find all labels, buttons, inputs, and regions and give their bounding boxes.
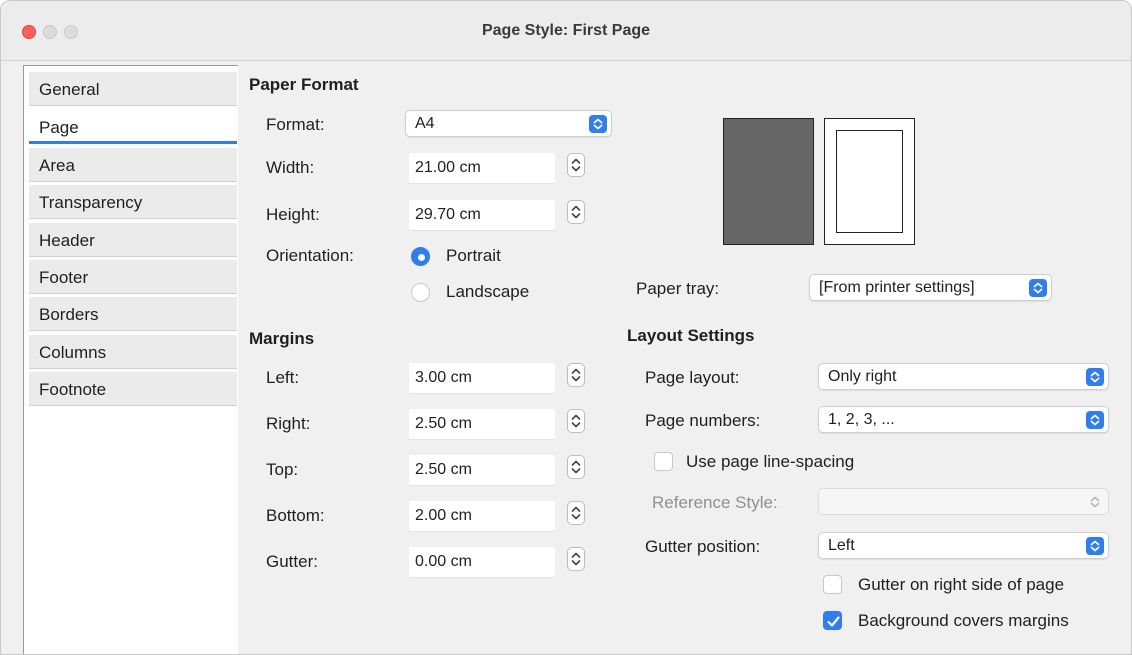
reference-style-label: Reference Style: [652,493,778,512]
reference-style-dropdown-icon [1086,493,1104,511]
format-select[interactable]: A4 [405,110,612,137]
top-margin-stepper[interactable] [567,455,585,479]
checkmark-icon [827,616,840,627]
page-numbers-select[interactable]: 1, 2, 3, ... [818,406,1109,433]
gutter-position-value: Left [828,537,855,554]
width-field[interactable]: 21.00 cm [409,153,555,183]
sidebar-item-header[interactable]: Header [29,223,237,257]
sidebar-item-transparency[interactable]: Transparency [29,185,237,219]
page-preview-shadow [723,118,814,245]
left-margin-field[interactable]: 3.00 cm [409,363,555,393]
bottom-margin-stepper[interactable] [567,501,585,525]
landscape-label[interactable]: Landscape [446,282,529,302]
page-layout-dropdown-icon [1086,368,1104,386]
layout-settings-heading: Layout Settings [627,326,755,345]
sidebar-item-page[interactable]: Page [29,110,237,144]
page-tab-content: Paper Format Format: A4 Width: 21.00 cm … [241,61,1131,654]
landscape-radio[interactable] [411,283,430,302]
left-margin-label: Left: [266,368,300,387]
gutter-position-label: Gutter position: [645,537,761,556]
stepper-arrows-icon [571,552,581,566]
gutter-position-dropdown-icon [1086,537,1104,555]
page-numbers-dropdown-icon [1086,411,1104,429]
left-margin-stepper[interactable] [567,363,585,387]
sidebar-item-columns[interactable]: Columns [29,335,237,369]
width-label: Width: [266,158,315,177]
stepper-arrows-icon [571,368,581,382]
reference-style-select[interactable] [818,488,1109,515]
height-field[interactable]: 29.70 cm [409,200,555,230]
bottom-margin-field[interactable]: 2.00 cm [409,501,555,531]
height-label: Height: [266,205,320,224]
format-label: Format: [266,115,325,134]
height-stepper[interactable] [567,200,585,224]
stepper-arrows-icon [571,205,581,219]
margins-heading: Margins [249,329,315,348]
portrait-label[interactable]: Portrait [446,246,501,266]
sidebar: General Page Area Transparency Header Fo… [23,65,238,654]
paper-tray-select[interactable]: [From printer settings] [809,274,1052,301]
title-bar: Page Style: First Page [1,1,1131,61]
stepper-arrows-icon [571,506,581,520]
paper-tray-value: [From printer settings] [819,279,975,296]
page-style-dialog: Page Style: First Page General Page Area… [0,0,1132,655]
orientation-label: Orientation: [266,246,354,265]
use-line-spacing-checkbox[interactable] [654,452,673,471]
page-layout-value: Only right [828,368,897,385]
sidebar-item-footnote[interactable]: Footnote [29,372,237,406]
sidebar-item-borders[interactable]: Borders [29,297,237,331]
sidebar-item-area[interactable]: Area [29,148,237,182]
bottom-margin-label: Bottom: [266,506,325,525]
right-margin-field[interactable]: 2.50 cm [409,409,555,439]
top-margin-field[interactable]: 2.50 cm [409,455,555,485]
sidebar-item-footer[interactable]: Footer [29,260,237,294]
format-dropdown-icon [589,115,607,133]
width-stepper[interactable] [567,153,585,177]
portrait-radio[interactable] [411,247,430,266]
use-line-spacing-label[interactable]: Use page line-spacing [686,452,854,472]
dialog-title: Page Style: First Page [481,22,651,39]
background-covers-checkbox[interactable] [823,611,842,630]
stepper-arrows-icon [571,460,581,474]
sidebar-item-general[interactable]: General [29,72,237,106]
gutter-field[interactable]: 0.00 cm [409,547,555,577]
paper-format-heading: Paper Format [249,75,359,94]
page-layout-label: Page layout: [645,368,740,387]
stepper-arrows-icon [571,158,581,172]
format-value: A4 [415,115,435,132]
gutter-label: Gutter: [266,552,318,571]
page-layout-select[interactable]: Only right [818,363,1109,390]
gutter-right-checkbox[interactable] [823,575,842,594]
page-preview-margins [836,130,903,233]
page-numbers-value: 1, 2, 3, ... [828,411,895,428]
gutter-right-label[interactable]: Gutter on right side of page [858,575,1064,595]
gutter-stepper[interactable] [567,547,585,571]
paper-tray-dropdown-icon [1029,279,1047,297]
paper-tray-label: Paper tray: [636,279,720,298]
page-preview [824,118,915,245]
top-margin-label: Top: [266,460,299,479]
gutter-position-select[interactable]: Left [818,532,1109,559]
right-margin-stepper[interactable] [567,409,585,433]
right-margin-label: Right: [266,414,311,433]
background-covers-label[interactable]: Background covers margins [858,611,1069,631]
page-numbers-label: Page numbers: [645,411,761,430]
stepper-arrows-icon [571,414,581,428]
